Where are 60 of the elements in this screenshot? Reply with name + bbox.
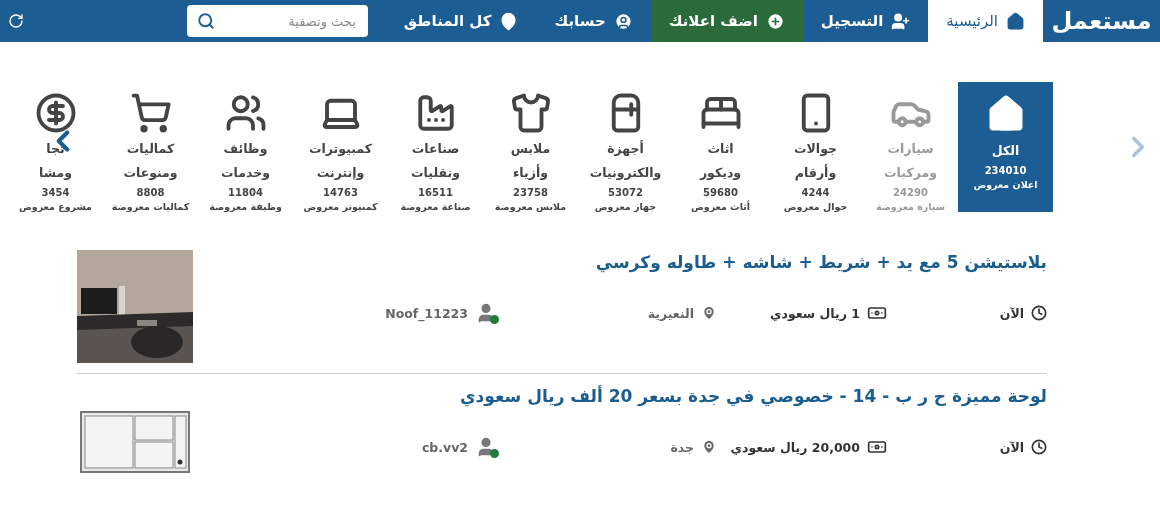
category-label: ونقليات: [411, 164, 460, 182]
category-label: كماليات: [126, 140, 175, 158]
category-label: جوالات: [794, 140, 837, 158]
listing-user[interactable]: Noof_11223: [385, 305, 468, 321]
listing-price: 20,000 ريال سعودي: [730, 439, 860, 455]
category-unit: صناعة معروضة: [400, 201, 471, 212]
category-unit: مشروع معروض: [19, 201, 92, 212]
listing-title[interactable]: بلاستيشن 5 مع يد + شريط + شاشه + طاوله وكرسي: [193, 252, 1047, 272]
category-unit: سيارة معروضة: [875, 201, 946, 212]
category-count: 23758: [513, 187, 548, 198]
category-unit: كمبيوتر معروض: [303, 201, 378, 212]
category-count: 4244: [801, 187, 830, 198]
category-count: 3454: [41, 187, 70, 198]
category-label: اثاث: [707, 140, 734, 158]
category-label: وخدمات: [221, 164, 270, 182]
listing-price: 1 ريال سعودي: [770, 305, 860, 321]
category-label: والكترونيات: [589, 164, 662, 182]
category-label: ملابس: [510, 140, 551, 158]
category-label: وإنترنت: [316, 164, 365, 182]
category-count: 234010: [984, 165, 1027, 176]
category-label: كمبيوترات: [309, 140, 372, 158]
nav-item[interactable]: حسابك: [536, 0, 651, 42]
category-label: وظائف: [223, 140, 268, 158]
category-unit: وظيفة معروضة: [209, 201, 282, 212]
category-label: ومشا: [39, 164, 72, 182]
category-unit: جهاز معروض: [594, 201, 657, 212]
listing-time: الآن: [999, 439, 1024, 455]
category-count: 8808: [136, 187, 165, 198]
category-label: ومركبات: [884, 164, 937, 182]
nav-item[interactable]: اضف اعلانك: [650, 0, 803, 42]
category-label: وأزياء: [513, 164, 548, 182]
category-unit: اعلان معروض: [973, 179, 1038, 190]
category-count: 53072: [608, 187, 643, 198]
category-label: أجهزة: [607, 140, 644, 158]
site-logo[interactable]: مستعمل: [1043, 0, 1160, 42]
listing-location: جدة: [670, 439, 694, 455]
category-count: 11804: [228, 187, 263, 198]
category-unit: أثاث معروض: [690, 201, 751, 212]
category-label: ومنوعات: [123, 164, 178, 182]
category-label: الكل: [991, 142, 1020, 160]
category-count: 14763: [323, 187, 358, 198]
category-label: تجا: [46, 140, 65, 158]
category-count: 16511: [418, 187, 453, 198]
category-label: سيارات: [887, 140, 934, 158]
category-count: 59680: [703, 187, 738, 198]
nav-item[interactable]: كل المناطق: [385, 0, 537, 42]
category-label: صناعات: [411, 140, 460, 158]
listing-time: الآن: [999, 305, 1024, 321]
listing-title[interactable]: لوحة مميزة ح ر ب - 14 - خصوصي في جدة بسعر 20 ألف ريال سعودي: [193, 386, 1047, 406]
category-unit: كماليات معروضة: [111, 201, 190, 212]
search-field[interactable]: بحث وتصفية: [186, 5, 368, 37]
listing-location: النعيرية: [647, 305, 694, 321]
listing-user[interactable]: cb.vv2: [421, 439, 468, 455]
category-label: وأرقام: [794, 164, 837, 182]
category-count: 24290: [893, 187, 928, 198]
nav-item[interactable]: الرئيسية: [928, 0, 1043, 42]
nav-item[interactable]: التسجيل: [802, 0, 929, 42]
category-label: وديكور: [699, 164, 742, 182]
category-unit: ملابس معروضة: [494, 201, 567, 212]
category-unit: جوال معروض: [783, 201, 848, 212]
